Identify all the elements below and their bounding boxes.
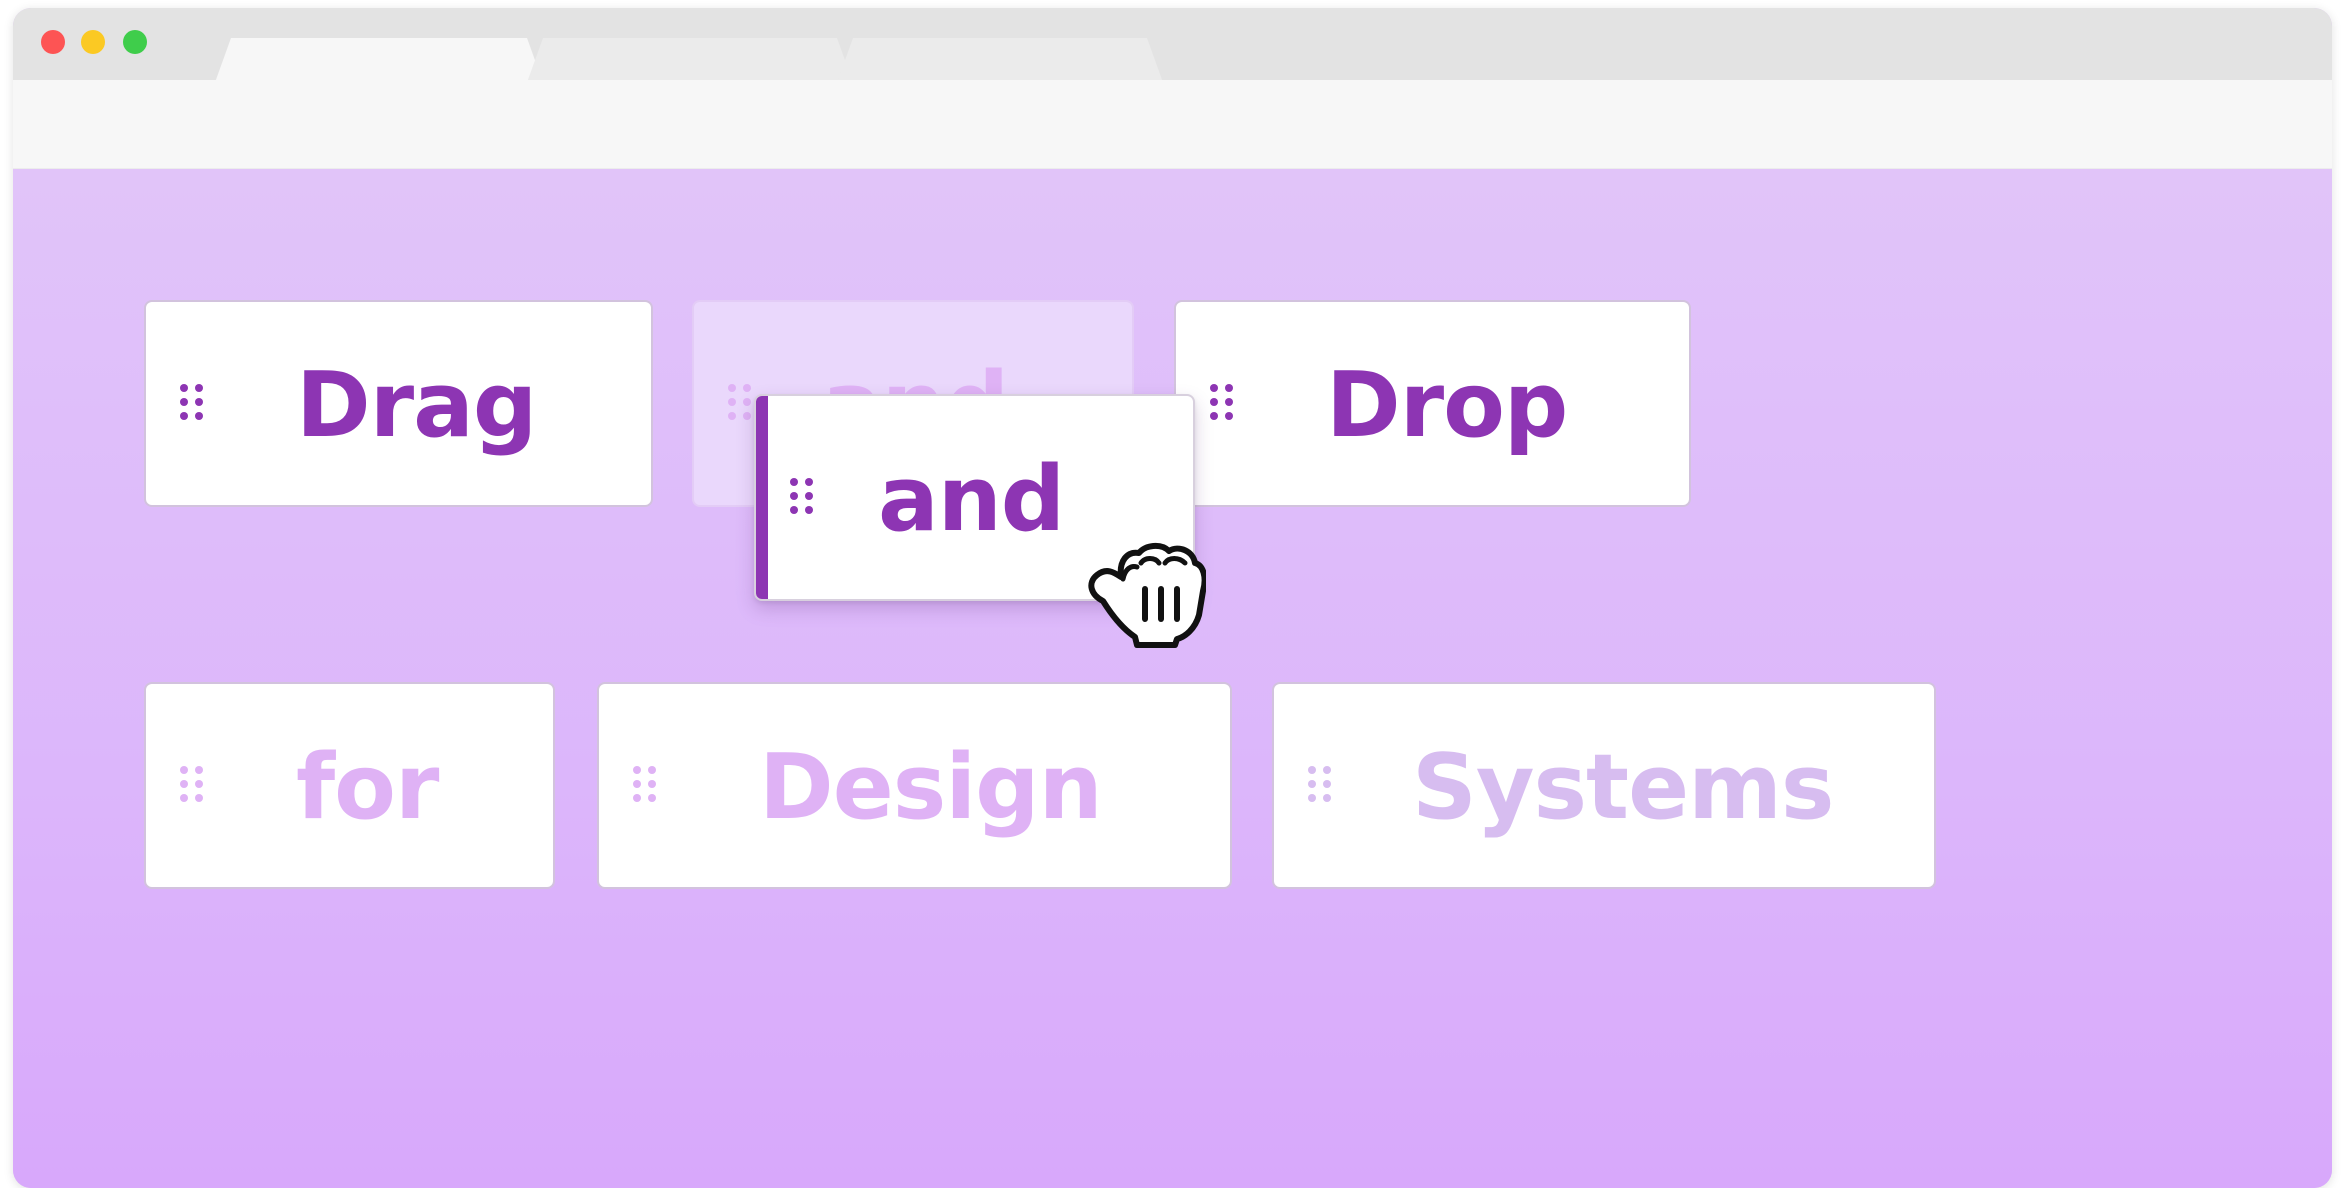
word-card-drag[interactable]: Drag: [144, 300, 653, 507]
drag-handle-icon[interactable]: [180, 766, 203, 802]
grab-hand-cursor-icon: [1088, 543, 1206, 648]
word-card-label: and: [878, 447, 1065, 552]
drag-handle-icon[interactable]: [633, 766, 656, 802]
browser-toolbar: [13, 80, 2332, 169]
close-window-button[interactable]: [41, 30, 65, 54]
word-card-label: for: [296, 735, 439, 840]
drag-handle-icon[interactable]: [1308, 766, 1331, 802]
word-card-label: Design: [759, 735, 1103, 840]
word-card-label: Drop: [1326, 353, 1568, 458]
word-card-drop[interactable]: Drop: [1174, 300, 1691, 507]
browser-window: Drag and Drop for Design Systems: [13, 8, 2332, 1188]
drag-handle-icon[interactable]: [790, 478, 813, 514]
minimize-window-button[interactable]: [81, 30, 105, 54]
word-card-label: Drag: [296, 353, 537, 458]
title-bar: [13, 8, 2332, 80]
word-card-label: Systems: [1412, 735, 1834, 840]
word-card-design[interactable]: Design: [597, 682, 1232, 889]
drag-handle-icon[interactable]: [180, 384, 203, 420]
word-card-for[interactable]: for: [144, 682, 555, 889]
word-card-systems[interactable]: Systems: [1272, 682, 1936, 889]
drag-indicator-bar: [756, 396, 768, 599]
drag-handle-icon[interactable]: [1210, 384, 1233, 420]
zoom-window-button[interactable]: [123, 30, 147, 54]
drag-handle-icon: [728, 384, 751, 420]
